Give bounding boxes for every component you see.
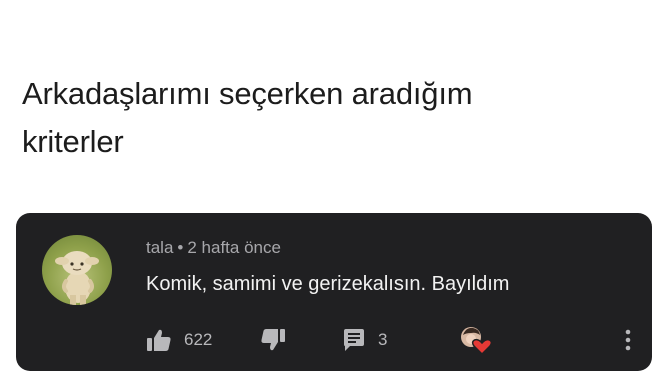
thumbs-up-icon [147, 329, 171, 351]
like-count: 622 [184, 330, 213, 349]
comment-text: Komik, samimi ve gerizekalısın. Bayıldım [146, 273, 510, 295]
more-options-button[interactable] [618, 325, 638, 355]
thumbs-down-icon [261, 329, 285, 351]
meta-separator: • [177, 238, 184, 257]
creator-heart-icon [461, 327, 493, 355]
comment-meta: tala • 2 hafta önce [146, 238, 281, 258]
caption-line-2: kriterler [22, 124, 124, 159]
mushroom-character-icon [55, 251, 99, 305]
comment-icon [344, 329, 364, 351]
post-caption: Arkadaşlarımı seçerken aradığım kriterle… [22, 70, 622, 166]
comment-time[interactable]: 2 hafta önce [187, 238, 281, 257]
reply-button[interactable]: 3 [342, 325, 387, 355]
dislike-button[interactable] [260, 325, 286, 355]
creator-heart-badge [458, 325, 494, 355]
author-name[interactable]: tala [146, 238, 173, 257]
comment-card: tala • 2 hafta önce Komik, samimi ve geriz… [16, 213, 652, 371]
more-vertical-icon [625, 329, 631, 351]
caption-line-1: Arkadaşlarımı seçerken aradığım [22, 76, 473, 111]
avatar[interactable] [42, 235, 112, 305]
comment-actions: 622 3 [146, 325, 636, 355]
like-button[interactable]: 622 [146, 325, 212, 355]
reply-count: 3 [378, 330, 388, 349]
